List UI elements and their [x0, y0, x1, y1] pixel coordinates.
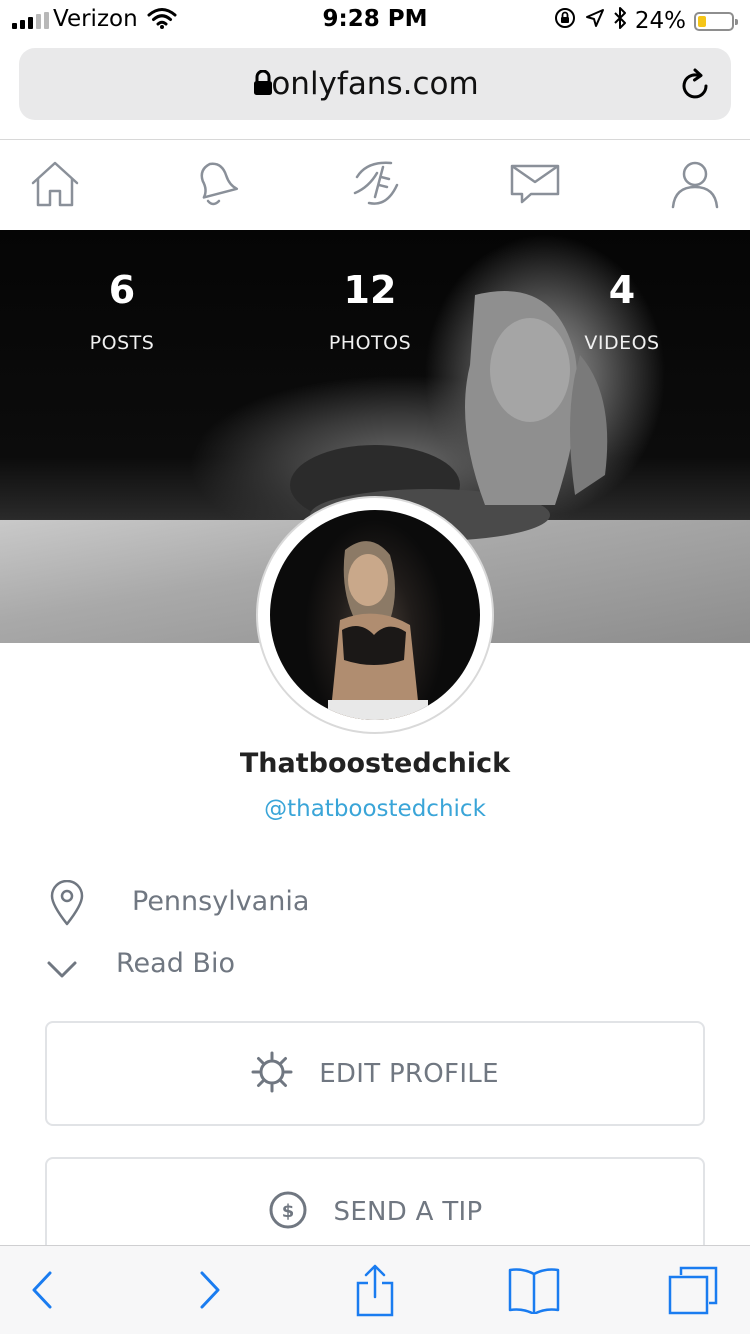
home-icon	[29, 159, 81, 213]
back-button[interactable]	[12, 1264, 72, 1320]
bookmarks-button[interactable]	[504, 1264, 564, 1320]
forward-icon	[198, 1270, 222, 1314]
edit-profile-button[interactable]: EDIT PROFILE	[45, 1021, 705, 1126]
stat-count: 4	[608, 268, 636, 312]
reload-icon[interactable]	[679, 66, 713, 106]
url-text[interactable]: onlyfans.com	[19, 66, 731, 102]
bluetooth-icon	[613, 6, 627, 36]
status-bar: Verizon 9:28 PM 24%	[0, 0, 750, 40]
share-icon	[355, 1263, 395, 1321]
avatar-image	[270, 510, 480, 720]
nav-new-post-button[interactable]	[347, 158, 403, 214]
stat-label: VIDEOS	[584, 332, 660, 354]
stat-photos[interactable]: 12 PHOTOS	[270, 268, 470, 354]
share-button[interactable]	[345, 1264, 405, 1320]
battery-percent: 24%	[634, 8, 686, 34]
address-bar[interactable]: onlyfans.com	[19, 48, 731, 120]
stat-count: 6	[108, 268, 136, 312]
nav-notifications-button[interactable]	[186, 158, 242, 214]
bell-icon	[188, 157, 240, 215]
nav-home-button[interactable]	[27, 158, 83, 214]
app-nav-bar	[0, 140, 750, 230]
dollar-coin-icon: $	[268, 1190, 308, 1234]
tabs-icon	[667, 1265, 719, 1319]
location-arrow-icon	[585, 8, 605, 34]
nav-profile-button[interactable]	[667, 158, 723, 214]
gear-icon	[251, 1051, 293, 1097]
stat-posts[interactable]: 6 POSTS	[22, 268, 222, 354]
send-tip-label: SEND A TIP	[333, 1197, 483, 1227]
location-pin-icon	[49, 879, 85, 933]
read-bio-toggle[interactable]: Read Bio	[0, 940, 750, 990]
display-name: Thatboostedchick	[239, 748, 511, 779]
bookmarks-icon	[507, 1266, 561, 1318]
stat-count: 12	[343, 268, 397, 312]
envelope-icon	[509, 160, 561, 212]
location-row: Pennsylvania	[0, 878, 750, 928]
forward-button[interactable]	[180, 1264, 240, 1320]
feather-icon	[347, 157, 403, 215]
username-link[interactable]: @thatboostedchick	[0, 796, 750, 822]
battery-icon	[694, 11, 738, 31]
avatar[interactable]	[256, 496, 494, 734]
tabs-button[interactable]	[663, 1264, 723, 1320]
edit-profile-label: EDIT PROFILE	[319, 1058, 499, 1089]
browser-toolbar	[0, 1245, 750, 1334]
stat-label: PHOTOS	[328, 332, 412, 354]
read-bio-label: Read Bio	[116, 948, 235, 979]
stat-label: POSTS	[89, 332, 155, 354]
chevron-down-icon	[46, 956, 78, 987]
user-icon	[670, 159, 720, 213]
nav-messages-button[interactable]	[507, 158, 563, 214]
back-icon	[30, 1270, 54, 1314]
stat-videos[interactable]: 4 VIDEOS	[522, 268, 722, 354]
svg-text:$: $	[281, 1201, 294, 1222]
location-text: Pennsylvania	[132, 886, 310, 917]
orientation-lock-icon	[553, 6, 577, 36]
